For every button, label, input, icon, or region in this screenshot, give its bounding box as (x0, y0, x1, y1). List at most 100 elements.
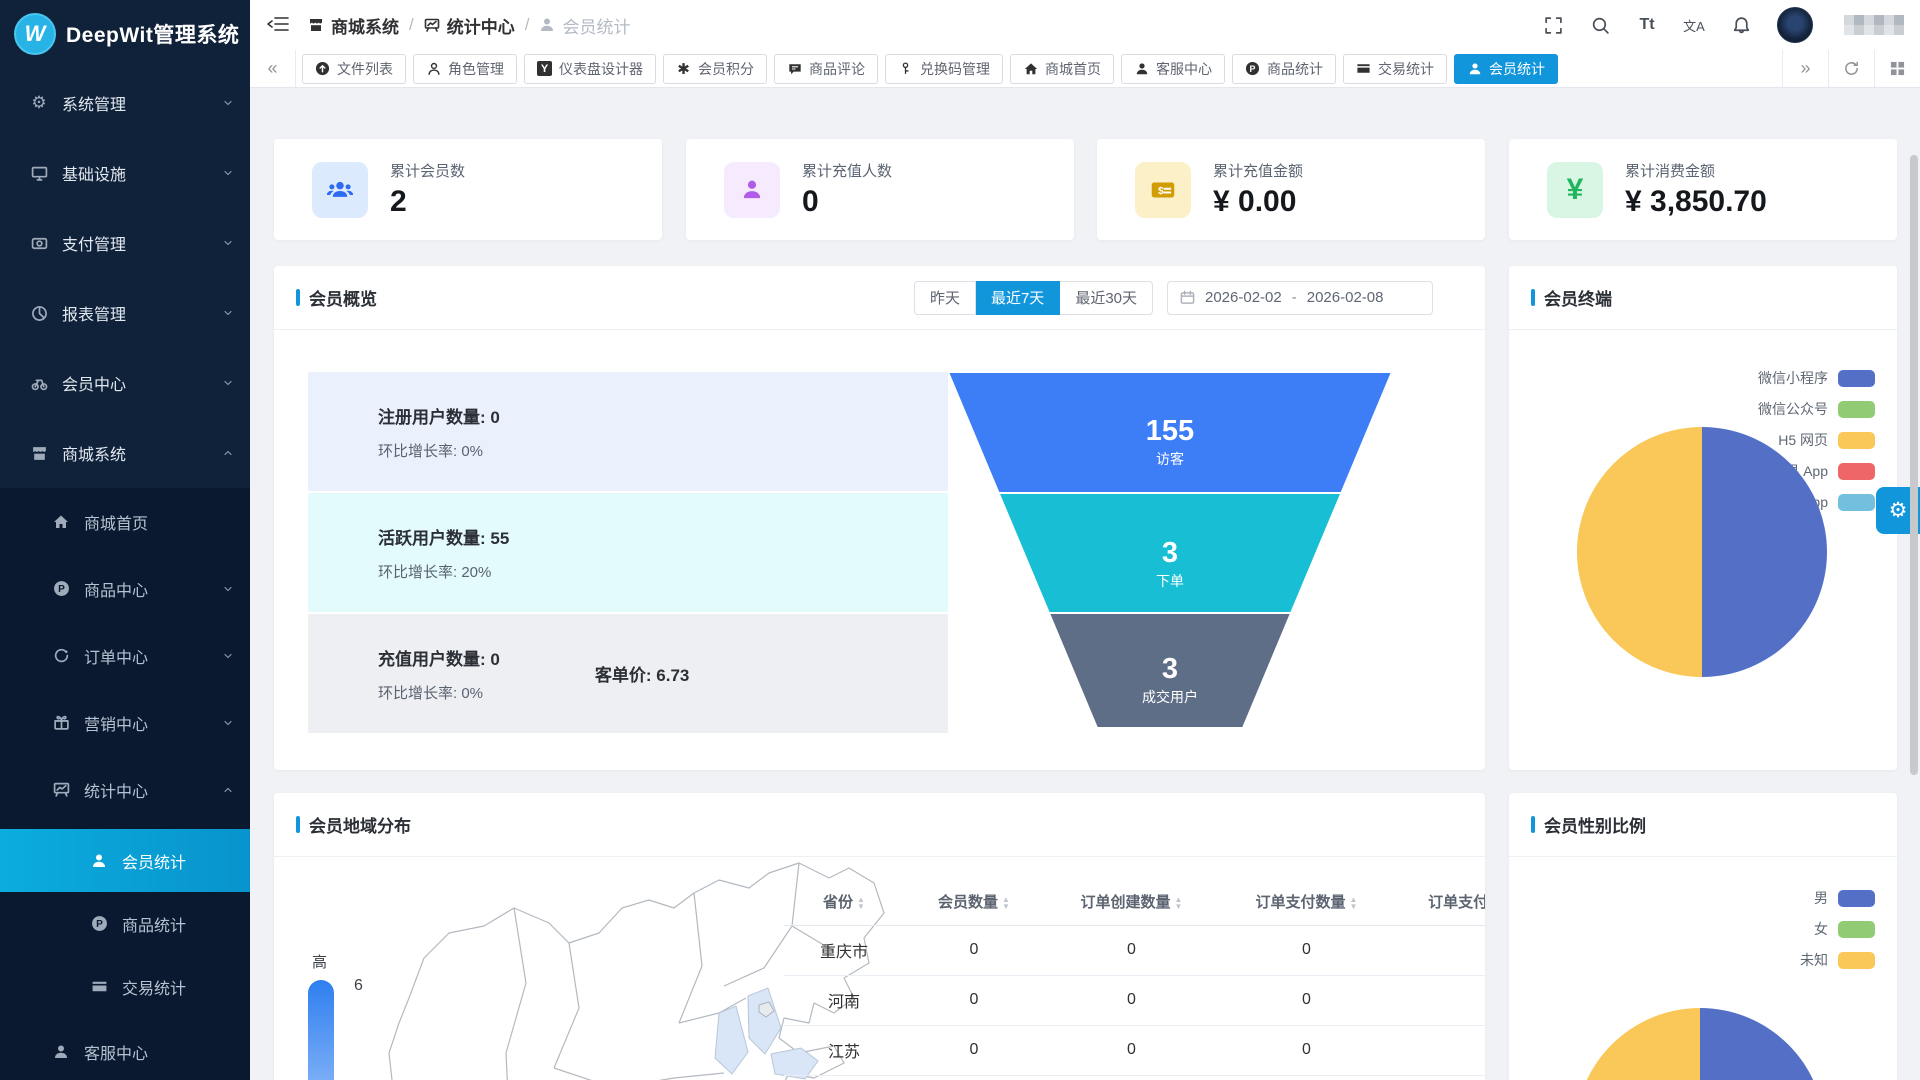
conversion-funnel-chart: 155 访客 3 下单 3 成交用户 (948, 372, 1392, 728)
person-outline-icon (426, 61, 441, 76)
member-gender-panel: 会员性别比例 男 女 未知 (1509, 793, 1897, 1080)
col-orders-created[interactable]: 订单创建数量▲▼ (1044, 879, 1219, 925)
tab-role-management[interactable]: 角色管理 (413, 54, 517, 84)
sidebar-item-marketing-center[interactable]: 营销中心 (0, 689, 250, 756)
col-members[interactable]: 会员数量▲▼ (904, 879, 1044, 925)
sidebar-collapse-icon[interactable] (266, 14, 292, 36)
sidebar-item-product-stats[interactable]: P 商品统计 (0, 892, 250, 955)
sidebar-item-stats-center[interactable]: 统计中心 (0, 756, 250, 823)
legend-item[interactable]: 女 (1800, 919, 1875, 939)
tab-product-stats[interactable]: P 商品统计 (1232, 54, 1336, 84)
key-icon (898, 61, 913, 76)
date-end: 2026-02-08 (1307, 289, 1384, 306)
tab-member-points[interactable]: ✱ 会员积分 (663, 54, 767, 84)
shop-icon (30, 444, 48, 462)
stat-band-registered: 注册用户数量: 0 环比增长率: 0% (308, 372, 948, 491)
legend-item[interactable]: H5 网页 (1758, 430, 1875, 450)
sidebar-item-reports[interactable]: 报表管理 (0, 278, 250, 348)
col-orders-paid[interactable]: 订单支付数量▲▼ (1219, 879, 1394, 925)
stat-value: ¥ 3,850.70 (1625, 185, 1767, 219)
person-icon (90, 852, 108, 870)
sidebar-item-mall-home[interactable]: 商城首页 (0, 488, 250, 555)
tab-member-stats-active[interactable]: 会员统计 (1454, 54, 1558, 84)
date-range-picker[interactable]: 2026-02-02 - 2026-02-08 (1167, 281, 1433, 315)
member-region-panel: 会员地域分布 高 6 (274, 793, 1485, 1080)
tab-redeem-code[interactable]: 兑换码管理 (885, 54, 1003, 84)
title-accent-bar (1531, 289, 1535, 306)
logo[interactable]: W DeepWit管理系统 (0, 0, 250, 68)
legend-item[interactable]: 微信公众号 (1758, 399, 1875, 419)
sidebar-item-member-center[interactable]: 会员中心 (0, 348, 250, 418)
sort-icon: ▲▼ (1002, 896, 1010, 910)
sidebar-item-system[interactable]: ⚙ 系统管理 (0, 68, 250, 138)
search-icon[interactable] (1589, 14, 1611, 36)
user-avatar[interactable] (1777, 7, 1813, 43)
payment-icon (30, 234, 48, 252)
svg-text:成交用户: 成交用户 (1142, 689, 1198, 705)
legend-swatch (1838, 463, 1875, 480)
tabs-scroll-left-icon[interactable]: « (250, 50, 296, 87)
stat-label: 累计充值金额 (1213, 160, 1303, 181)
asterisk-icon: ✱ (676, 61, 691, 76)
sidebar: W DeepWit管理系统 ⚙ 系统管理 基础设施 支付管理 报表管理 会员中心 (0, 0, 250, 1080)
table-row: 重庆市 0 0 0 ¥0.00 (784, 925, 1485, 975)
fullscreen-icon[interactable] (1542, 14, 1564, 36)
sidebar-submenu-mall: 商城首页 P 商品中心 订单中心 营销中心 统计中心 (0, 488, 250, 1080)
tab-actions-grid-icon[interactable] (1874, 50, 1920, 87)
tab-service-center[interactable]: 客服中心 (1121, 54, 1225, 84)
tab-trade-stats[interactable]: 交易统计 (1343, 54, 1447, 84)
title-accent-bar (1531, 816, 1535, 833)
chevron-down-icon (222, 650, 234, 662)
legend-item[interactable]: 男 (1800, 888, 1875, 908)
user-name-redacted[interactable] (1844, 15, 1904, 35)
banknote-icon: $ (1135, 162, 1191, 218)
breadcrumb-item[interactable]: 统计中心 (447, 13, 515, 38)
logo-icon: W (14, 13, 56, 55)
range-7days-button[interactable]: 最近7天 (976, 281, 1060, 315)
col-pay-amount[interactable]: 订单支付金额▲▼ (1394, 879, 1485, 925)
sidebar-item-mall-system[interactable]: 商城系统 (0, 418, 250, 488)
product-p-icon: P (1245, 61, 1260, 76)
breadcrumb-item[interactable]: 商城系统 (331, 13, 399, 38)
gender-legend: 男 女 未知 (1800, 888, 1875, 970)
shop-icon (308, 17, 325, 34)
sidebar-item-product-center[interactable]: P 商品中心 (0, 555, 250, 622)
col-province[interactable]: 省份▲▼ (784, 879, 904, 925)
member-overview-panel: 会员概览 昨天 最近7天 最近30天 2026-02-02 - 2026-02-… (274, 266, 1485, 770)
legend-item[interactable]: 未知 (1800, 950, 1875, 970)
svg-text:P: P (96, 919, 103, 930)
tab-file-list[interactable]: 文件列表 (302, 54, 406, 84)
refresh-icon[interactable] (1828, 50, 1874, 87)
sort-icon: ▲▼ (1175, 896, 1183, 910)
tabs-scroll-right-icon[interactable]: » (1782, 50, 1828, 87)
stats-board-icon (424, 17, 441, 34)
top-header: 商城系统 / 统计中心 / 会员统计 Tt 文A (250, 0, 1920, 50)
font-size-icon[interactable]: Tt (1636, 14, 1658, 36)
svg-text:$: $ (1158, 185, 1164, 196)
range-yesterday-button[interactable]: 昨天 (914, 281, 976, 315)
tab-mall-home[interactable]: 商城首页 (1010, 54, 1114, 84)
title-accent-bar (296, 289, 300, 306)
page-scrollbar-thumb[interactable] (1910, 155, 1918, 775)
svg-text:访客: 访客 (1156, 451, 1184, 467)
stat-value: ¥ 0.00 (1213, 185, 1303, 219)
sidebar-item-service-center[interactable]: 客服中心 (0, 1018, 250, 1080)
legend-item[interactable]: 微信小程序 (1758, 368, 1875, 388)
sidebar-item-trade-stats[interactable]: 交易统计 (0, 955, 250, 1018)
person-icon (539, 17, 556, 34)
sidebar-item-infrastructure[interactable]: 基础设施 (0, 138, 250, 208)
language-icon[interactable]: 文A (1683, 14, 1705, 36)
product-p-icon: P (90, 915, 108, 933)
tab-dashboard-designer[interactable]: Y 仪表盘设计器 (524, 54, 656, 84)
sidebar-item-order-center[interactable]: 订单中心 (0, 622, 250, 689)
date-start: 2026-02-02 (1205, 289, 1282, 306)
tab-product-reviews[interactable]: 商品评论 (774, 54, 878, 84)
range-30days-button[interactable]: 最近30天 (1060, 281, 1153, 315)
notifications-bell-icon[interactable] (1730, 14, 1752, 36)
legend-swatch (1838, 370, 1875, 387)
sidebar-item-member-stats[interactable]: 会员统计 (0, 829, 250, 892)
sidebar-item-payment[interactable]: 支付管理 (0, 208, 250, 278)
chevron-up-icon (222, 447, 234, 459)
stat-value: 2 (390, 185, 465, 219)
tab-bar: « 文件列表 角色管理 Y 仪表盘设计器 ✱ 会员积分 商品评论 (250, 50, 1920, 88)
